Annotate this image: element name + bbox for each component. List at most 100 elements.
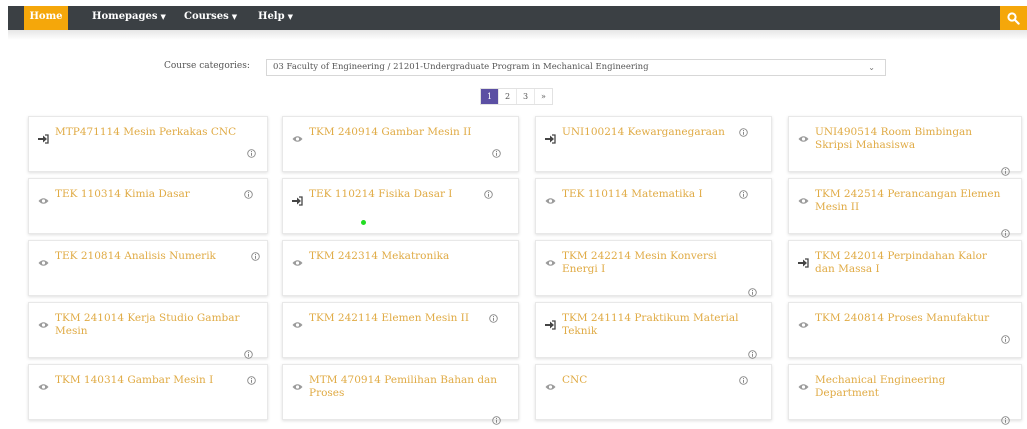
course-card[interactable]: TKM 242014 Perpindahan Kalor dan Massa I xyxy=(788,240,1022,296)
eye-icon xyxy=(545,377,556,390)
info-icon[interactable] xyxy=(1001,223,1010,238)
course-title-link[interactable]: TKM 242314 Mekatronika xyxy=(309,250,498,263)
course-title-link[interactable]: TKM 241114 Praktikum Material Teknik xyxy=(562,312,751,338)
info-icon[interactable] xyxy=(739,370,748,385)
caret-down-icon: ▼ xyxy=(287,12,293,21)
course-card[interactable]: UNI100214 Kewarganegaraan xyxy=(535,116,772,172)
info-icon[interactable] xyxy=(489,308,498,323)
course-title-link[interactable]: TKM 240814 Proses Manufaktur xyxy=(815,312,1001,325)
eye-icon xyxy=(798,315,809,328)
eye-icon xyxy=(545,191,556,204)
nav-home[interactable]: Home xyxy=(24,6,68,30)
sign-in-icon xyxy=(545,315,556,330)
course-title-link[interactable]: TKM 242114 Elemen Mesin II xyxy=(309,312,498,325)
cursor-dot xyxy=(361,220,366,225)
eye-icon xyxy=(292,129,303,142)
sign-in-icon xyxy=(292,191,303,206)
info-icon[interactable] xyxy=(244,184,253,199)
top-navbar: Home Homepages ▼ Courses ▼ Help ▼ xyxy=(8,6,1027,30)
pagination: 1 2 3 » xyxy=(480,88,553,105)
info-icon[interactable] xyxy=(484,184,493,199)
course-card[interactable]: TEK 110214 Fisika Dasar I xyxy=(282,178,519,234)
info-icon[interactable] xyxy=(748,344,757,359)
course-categories-select[interactable]: 03 Faculty of Engineering / 21201-Underg… xyxy=(266,59,886,76)
course-card[interactable]: CNC xyxy=(535,364,772,420)
eye-icon xyxy=(545,253,556,266)
course-title-link[interactable]: Mechanical Engineering Department xyxy=(815,374,1001,400)
course-card[interactable]: TKM 241014 Kerja Studio Gambar Mesin xyxy=(28,302,268,359)
nav-courses-dropdown[interactable]: Courses ▼ xyxy=(184,6,237,30)
course-categories-value: 03 Faculty of Engineering / 21201-Underg… xyxy=(273,62,649,72)
eye-icon xyxy=(292,315,303,328)
course-title-link[interactable]: TKM 242214 Mesin Konversi Energi I xyxy=(562,250,751,276)
course-card[interactable]: TKM 140314 Gambar Mesin I xyxy=(28,364,268,420)
course-card[interactable]: TKM 242214 Mesin Konversi Energi I xyxy=(535,240,772,297)
course-title-link[interactable]: MTM 470914 Pemilihan Bahan dan Proses xyxy=(309,374,498,400)
course-card[interactable]: UNI490514 Room Bimbingan Skripsi Mahasis… xyxy=(788,116,1022,176)
course-categories-label: Course categories: xyxy=(164,61,250,71)
page-3-link[interactable]: 3 xyxy=(517,89,535,104)
nav-homepages-dropdown[interactable]: Homepages ▼ xyxy=(92,6,166,30)
course-title-link[interactable]: TEK 110214 Fisika Dasar I xyxy=(309,188,498,201)
nav-help-dropdown[interactable]: Help ▼ xyxy=(258,6,293,30)
page-1-link[interactable]: 1 xyxy=(481,89,499,104)
sign-in-icon xyxy=(798,253,809,268)
caret-down-icon: ▼ xyxy=(231,12,238,21)
eye-icon xyxy=(798,191,809,204)
info-icon[interactable] xyxy=(739,122,748,137)
info-icon[interactable] xyxy=(247,143,256,158)
search-icon xyxy=(1007,11,1020,25)
next-page-link[interactable]: » xyxy=(535,89,552,104)
info-icon[interactable] xyxy=(748,282,757,297)
info-icon[interactable] xyxy=(1001,329,1010,344)
info-icon[interactable] xyxy=(244,344,253,359)
info-icon[interactable] xyxy=(492,410,501,425)
course-card[interactable]: TKM 242514 Perancangan Elemen Mesin II xyxy=(788,178,1022,238)
course-title-link[interactable]: CNC xyxy=(562,374,751,387)
course-title-link[interactable]: TEK 210814 Analisis Numerik xyxy=(55,250,247,263)
course-title-link[interactable]: UNI490514 Room Bimbingan Skripsi Mahasis… xyxy=(815,126,1001,152)
eye-icon xyxy=(38,191,49,204)
info-icon[interactable] xyxy=(1001,410,1010,425)
course-card[interactable]: TKM 242314 Mekatronika xyxy=(282,240,519,296)
course-title-link[interactable]: TKM 242014 Perpindahan Kalor dan Massa I xyxy=(815,250,1001,276)
course-card[interactable]: MTM 470914 Pemilihan Bahan dan Proses xyxy=(282,364,519,425)
nav-courses-label: Courses xyxy=(184,11,229,22)
course-title-link[interactable]: TKM 241014 Kerja Studio Gambar Mesin xyxy=(55,312,247,338)
info-icon[interactable] xyxy=(1001,161,1010,176)
course-card[interactable]: MTP471114 Mesin Perkakas CNC xyxy=(28,116,268,172)
search-button[interactable] xyxy=(1000,6,1027,30)
eye-icon xyxy=(798,129,809,142)
course-card[interactable]: Mechanical Engineering Department xyxy=(788,364,1022,425)
course-title-link[interactable]: TEK 110314 Kimia Dasar xyxy=(55,188,247,201)
eye-icon xyxy=(38,315,49,328)
eye-icon xyxy=(798,377,809,390)
info-icon[interactable] xyxy=(739,184,748,199)
course-card[interactable]: TKM 241114 Praktikum Material Teknik xyxy=(535,302,772,359)
course-title-link[interactable]: MTP471114 Mesin Perkakas CNC xyxy=(55,126,247,139)
course-card[interactable]: TEK 210814 Analisis Numerik xyxy=(28,240,268,296)
info-icon[interactable] xyxy=(492,143,501,158)
course-title-link[interactable]: UNI100214 Kewarganegaraan xyxy=(562,126,751,139)
eye-icon xyxy=(38,377,49,390)
course-title-link[interactable]: TKM 240914 Gambar Mesin II xyxy=(309,126,498,139)
course-card[interactable]: TKM 240914 Gambar Mesin II xyxy=(282,116,519,172)
course-title-link[interactable]: TKM 242514 Perancangan Elemen Mesin II xyxy=(815,188,1001,214)
course-card[interactable]: TKM 240814 Proses Manufaktur xyxy=(788,302,1022,358)
page-2-link[interactable]: 2 xyxy=(499,89,517,104)
course-card[interactable]: TKM 242114 Elemen Mesin II xyxy=(282,302,519,358)
course-card[interactable]: TEK 110314 Kimia Dasar xyxy=(28,178,268,234)
info-icon[interactable] xyxy=(251,246,260,261)
course-title-link[interactable]: TKM 140314 Gambar Mesin I xyxy=(55,374,247,387)
eye-icon xyxy=(38,253,49,266)
course-title-link[interactable]: TEK 110114 Matematika I xyxy=(562,188,751,201)
eye-icon xyxy=(292,377,303,390)
info-icon[interactable] xyxy=(247,370,256,385)
nav-homepages-label: Homepages xyxy=(92,11,158,22)
nav-help-label: Help xyxy=(258,11,285,22)
sign-in-icon xyxy=(545,129,556,144)
eye-icon xyxy=(292,253,303,266)
course-card[interactable]: TEK 110114 Matematika I xyxy=(535,178,772,234)
caret-down-icon: ▼ xyxy=(160,12,166,21)
sign-in-icon xyxy=(38,129,49,144)
